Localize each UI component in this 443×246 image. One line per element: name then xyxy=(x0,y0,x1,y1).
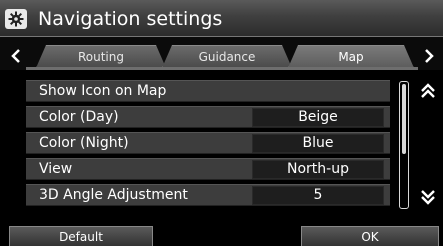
page-title: Navigation settings xyxy=(38,8,223,30)
setting-color-night[interactable]: Color (Night) Blue xyxy=(26,132,390,154)
tab-guidance[interactable]: Guidance xyxy=(162,45,292,68)
settings-list: Show Icon on Map Color (Day) Beige Color… xyxy=(26,80,390,210)
setting-value: North-up xyxy=(252,160,384,179)
tab-label: Routing xyxy=(77,50,124,64)
tab-map[interactable]: Map xyxy=(288,45,414,68)
setting-value: 5 xyxy=(252,186,384,205)
setting-label: View xyxy=(39,161,73,177)
tab-routing[interactable]: Routing xyxy=(36,45,166,68)
tab-next-button[interactable] xyxy=(417,44,441,68)
tab-label: Map xyxy=(338,50,364,64)
setting-label: Color (Night) xyxy=(39,135,129,151)
ok-button[interactable]: OK xyxy=(301,226,439,246)
default-button-label: Default xyxy=(59,229,103,244)
scroll-down-button[interactable] xyxy=(415,186,441,208)
scroll-up-button[interactable] xyxy=(415,80,441,102)
double-chevron-up-icon xyxy=(421,83,435,98)
chevron-right-icon xyxy=(425,49,434,63)
ok-button-label: OK xyxy=(361,229,379,244)
setting-view[interactable]: View North-up xyxy=(26,158,390,180)
tab-underline xyxy=(26,67,418,70)
tab-prev-button[interactable] xyxy=(4,44,28,68)
double-chevron-down-icon xyxy=(421,190,435,205)
setting-label: Show Icon on Map xyxy=(39,83,167,99)
setting-value: Beige xyxy=(252,108,384,127)
setting-show-icon-on-map[interactable]: Show Icon on Map xyxy=(26,80,390,102)
scrollbar[interactable] xyxy=(399,81,409,209)
gear-icon xyxy=(5,9,27,29)
setting-label: 3D Angle Adjustment xyxy=(39,187,188,203)
setting-color-day[interactable]: Color (Day) Beige xyxy=(26,106,390,128)
setting-label: Color (Day) xyxy=(39,109,119,125)
tab-label: Guidance xyxy=(198,50,256,64)
chevron-left-icon xyxy=(11,49,20,63)
scrollbar-thumb[interactable] xyxy=(402,84,406,154)
setting-3d-angle-adjustment[interactable]: 3D Angle Adjustment 5 xyxy=(26,184,390,206)
title-bar: Navigation settings xyxy=(0,0,443,37)
setting-value: Blue xyxy=(252,134,384,153)
default-button[interactable]: Default xyxy=(9,226,153,246)
